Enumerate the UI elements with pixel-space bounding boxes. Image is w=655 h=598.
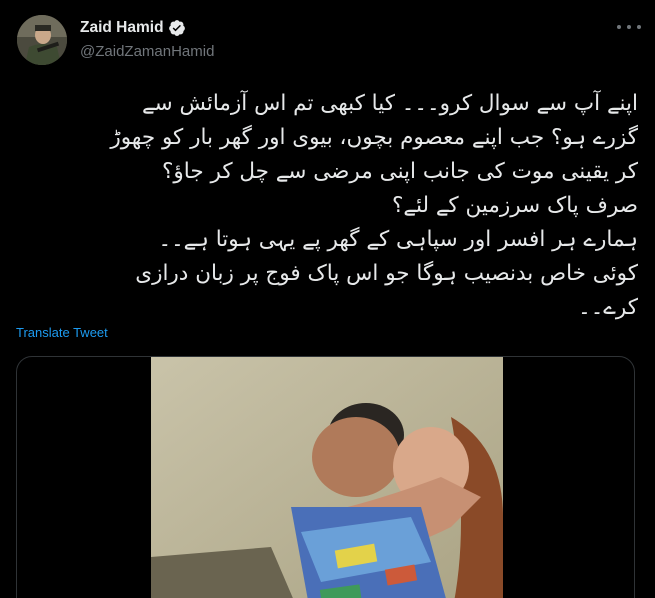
video-image — [151, 357, 503, 598]
more-dot — [627, 25, 631, 29]
translate-tweet-link[interactable]: Translate Tweet — [16, 325, 108, 340]
tweet: Zaid Hamid @ZaidZamanHamid اپنے آپ سے سو… — [0, 0, 655, 598]
tweet-line: کوئی خاص بدنصیب ہوگا جو اس پاک فوج پر زب… — [135, 261, 638, 286]
video-thumbnail[interactable] — [151, 357, 503, 598]
tweet-line: صرف پاک سرزمین کے لئے؟ — [391, 193, 638, 218]
author-block: Zaid Hamid @ZaidZamanHamid — [80, 18, 214, 60]
avatar-image — [17, 15, 67, 65]
name-row: Zaid Hamid — [80, 18, 214, 38]
tweet-text: اپنے آپ سے سوال کرو۔۔۔ کیا کبھی تم اس آز… — [16, 87, 638, 325]
avatar[interactable] — [17, 15, 67, 65]
verified-badge-icon — [168, 20, 185, 36]
tweet-line: ہمارے ہر افسر اور سپاہی کے گھر پے یہی ہو… — [158, 227, 638, 252]
handle[interactable]: @ZaidZamanHamid — [80, 43, 214, 60]
more-dot — [637, 25, 641, 29]
tweet-line: اپنے آپ سے سوال کرو۔۔۔ کیا کبھی تم اس آز… — [142, 91, 638, 116]
display-name[interactable]: Zaid Hamid — [80, 19, 164, 37]
tweet-line: گزرے ہو؟ جب اپنے معصوم بچوں، بیوی اور گھ… — [110, 125, 638, 150]
tweet-line: کر یقینی موت کی جانب اپنی مرضی سے چل کر … — [162, 159, 638, 184]
more-options-icon[interactable] — [617, 22, 641, 32]
more-dot — [617, 25, 621, 29]
tweet-line: کرے۔۔ — [578, 295, 638, 320]
media-card[interactable] — [16, 356, 635, 598]
